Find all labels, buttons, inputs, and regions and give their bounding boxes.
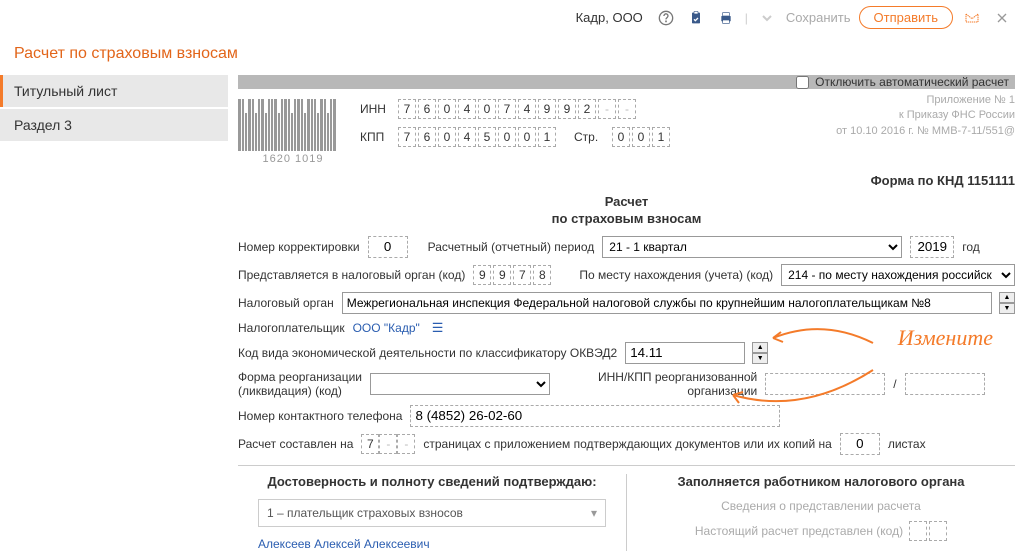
- confirm-title: Достоверность и полноту сведений подтвер…: [248, 474, 616, 489]
- pages-label1: Расчет составлен на: [238, 437, 353, 451]
- pages-count-cells[interactable]: 7--: [361, 434, 415, 454]
- org-name: Кадр, ООО: [576, 10, 643, 25]
- reorg-label: Форма реорганизации: [238, 370, 362, 384]
- reorg-inn-label: ИНН/КПП реорганизованной: [598, 370, 757, 384]
- close-icon[interactable]: [991, 7, 1013, 29]
- help-icon[interactable]: [655, 7, 677, 29]
- kpp-cells[interactable]: 76045001: [398, 127, 556, 147]
- location-select[interactable]: 214 - по месту нахождения российск: [781, 264, 1015, 286]
- auto-calc-strip: Отключить автоматический расчет: [238, 75, 1015, 89]
- okved-label: Код вида экономической деятельности по к…: [238, 346, 617, 360]
- envelope-icon[interactable]: [961, 7, 983, 29]
- year-suffix: год: [962, 240, 980, 254]
- disable-auto-input[interactable]: [796, 76, 809, 89]
- inn-cells[interactable]: 7604074992--: [398, 99, 636, 119]
- pages-label2: страницах с приложением подтверждающих д…: [423, 437, 831, 451]
- send-button[interactable]: Отправить: [859, 6, 953, 29]
- location-label: По месту нахождения (учета) (код): [579, 268, 773, 282]
- period-select[interactable]: 21 - 1 квартал: [602, 236, 902, 258]
- correction-label: Номер корректировки: [238, 240, 360, 254]
- chevron-down-icon[interactable]: [756, 7, 778, 29]
- inn-label: ИНН: [360, 102, 390, 116]
- chevron-down-icon: ▾: [591, 506, 597, 520]
- year-input[interactable]: [910, 236, 954, 258]
- sidebar-item-title-page[interactable]: Титульный лист: [0, 75, 228, 107]
- submit-to-label: Представляется в налоговый орган (код): [238, 268, 465, 282]
- submission-info: Сведения о представлении расчета: [637, 499, 1005, 513]
- tax-org-label: Налоговый орган: [238, 296, 334, 310]
- reorg-kpp-input[interactable]: [905, 373, 985, 395]
- taxpayer-link[interactable]: ООО "Кадр": [353, 321, 420, 335]
- doc-title: Расчет по страховым взносам: [238, 194, 1015, 228]
- appendix-info: Приложение № 1 к Приказу ФНС России от 1…: [836, 93, 1015, 139]
- submit-to-cells[interactable]: 9978: [473, 265, 551, 285]
- disable-auto-checkbox[interactable]: Отключить автоматический расчет: [796, 75, 1009, 89]
- print-icon[interactable]: [715, 7, 737, 29]
- taxpayer-label: Налогоплательщик: [238, 321, 345, 335]
- sidebar-item-section3[interactable]: Раздел 3: [0, 109, 228, 141]
- page-title: Расчет по страховым взносам: [0, 35, 1023, 75]
- okved-stepper[interactable]: ▲▼: [752, 342, 768, 364]
- tax-org-stepper[interactable]: ▲▼: [999, 292, 1015, 314]
- sidebar: Титульный лист Раздел 3: [0, 75, 228, 551]
- kpp-label: КПП: [360, 130, 390, 144]
- period-label: Расчетный (отчетный) период: [428, 240, 595, 254]
- clipboard-icon[interactable]: [685, 7, 707, 29]
- attach-input[interactable]: [840, 433, 880, 455]
- reorg-select[interactable]: [370, 373, 550, 395]
- save-button: Сохранить: [786, 10, 851, 25]
- page-cells: 001: [612, 127, 670, 147]
- reorg-inn-input[interactable]: [765, 373, 885, 395]
- attach-suffix: листах: [888, 437, 926, 451]
- form-knd: Форма по КНД 1151111: [238, 173, 1015, 188]
- submission-code-row: Настоящий расчет представлен (код): [637, 521, 1005, 541]
- payer-type-dropdown[interactable]: 1 – плательщик страховых взносов ▾: [258, 499, 606, 527]
- phone-label: Номер контактного телефона: [238, 409, 402, 423]
- list-icon[interactable]: ☰: [432, 320, 444, 336]
- tax-worker-title: Заполняется работником налогового органа: [637, 474, 1005, 489]
- okved-input[interactable]: [625, 342, 745, 364]
- correction-input[interactable]: [368, 236, 408, 258]
- tax-org-input[interactable]: [342, 292, 992, 314]
- phone-input[interactable]: [410, 405, 780, 427]
- page-label: Стр.: [574, 130, 604, 144]
- barcode: 1620 1019: [238, 93, 348, 165]
